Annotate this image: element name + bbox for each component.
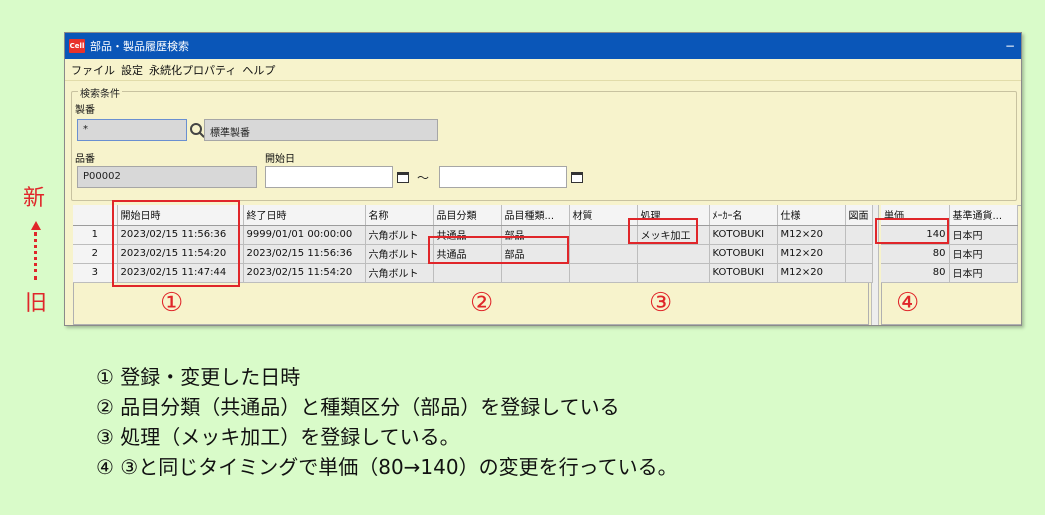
- table-cell[interactable]: 日本円: [949, 244, 1018, 264]
- marker-4: ④: [896, 288, 920, 318]
- group-title: 検索条件: [78, 85, 122, 100]
- column-header[interactable]: 終了日時: [243, 205, 366, 226]
- row-number: 2: [73, 244, 118, 264]
- table-cell[interactable]: 9999/01/01 00:00:00: [243, 225, 366, 245]
- table-cell[interactable]: 80: [881, 244, 950, 264]
- column-header[interactable]: 仕様: [777, 205, 846, 226]
- table-cell[interactable]: 日本円: [949, 263, 1018, 283]
- table-cell[interactable]: M12×20: [777, 225, 846, 245]
- table-cell[interactable]: 日本円: [949, 225, 1018, 245]
- seiban-label: 製番: [75, 105, 95, 116]
- table-cell[interactable]: KOTOBUKI: [709, 225, 778, 245]
- row-number: 3: [73, 263, 118, 283]
- highlight-start-datetime: [112, 200, 240, 287]
- table-cell[interactable]: KOTOBUKI: [709, 263, 778, 283]
- table-cell[interactable]: M12×20: [777, 263, 846, 283]
- range-tilde: ～: [417, 171, 430, 185]
- table-row[interactable]: 80 日本円: [881, 263, 1018, 283]
- marker-3: ③: [649, 288, 673, 318]
- arrow-dotted-line: [34, 232, 37, 280]
- title-bar: Cell 部品・製品履歴検索 −: [65, 33, 1021, 59]
- seiban-name-field: 標準製番: [204, 119, 438, 141]
- column-header[interactable]: 品目分類: [433, 205, 502, 226]
- seiban-input[interactable]: *: [77, 119, 187, 141]
- start-date-to-input[interactable]: [439, 166, 567, 188]
- start-date-label: 開始日: [265, 154, 295, 165]
- table-cell[interactable]: 2023/02/15 11:56:36: [243, 244, 366, 264]
- marker-1: ①: [160, 288, 184, 318]
- menu-file[interactable]: ファイル: [71, 62, 115, 78]
- table-cell[interactable]: 六角ボルト: [365, 263, 434, 283]
- menu-help[interactable]: ヘルプ: [242, 62, 275, 78]
- table-cell[interactable]: 六角ボルト: [365, 244, 434, 264]
- explanation-notes: ① 登録・変更した日時 ② 品目分類（共通品）と種類区分（部品）を登録している …: [96, 362, 678, 482]
- calendar-icon[interactable]: [397, 172, 409, 183]
- column-header[interactable]: 基準通貨...: [949, 205, 1018, 226]
- table-cell[interactable]: [845, 244, 873, 264]
- table-cell[interactable]: [637, 244, 710, 264]
- table-cell[interactable]: [845, 225, 873, 245]
- hinban-input[interactable]: P00002: [77, 166, 257, 188]
- table-cell[interactable]: [433, 263, 502, 283]
- search-icon[interactable]: [190, 123, 202, 135]
- highlight-process: [628, 218, 698, 244]
- table-cell[interactable]: [569, 263, 638, 283]
- table-cell[interactable]: KOTOBUKI: [709, 244, 778, 264]
- column-header[interactable]: 名称: [365, 205, 434, 226]
- window-title: 部品・製品履歴検索: [90, 40, 189, 53]
- menu-bar: ファイル 設定 永続化プロパティ ヘルプ: [65, 59, 1021, 81]
- table-cell[interactable]: 80: [881, 263, 950, 283]
- table-row[interactable]: 80 日本円: [881, 244, 1018, 264]
- highlight-unit-price: [875, 218, 949, 244]
- table-cell[interactable]: 六角ボルト: [365, 225, 434, 245]
- menu-persist-properties[interactable]: 永続化プロパティ: [149, 62, 236, 78]
- table-cell[interactable]: 2023/02/15 11:54:20: [243, 263, 366, 283]
- marker-2: ②: [470, 288, 494, 318]
- column-header[interactable]: ﾒｰｶｰ名: [709, 205, 778, 226]
- app-icon: Cell: [69, 39, 85, 53]
- note-line: ② 品目分類（共通品）と種類区分（部品）を登録している: [96, 395, 620, 419]
- minimize-button[interactable]: −: [1005, 39, 1015, 53]
- highlight-category: [428, 236, 569, 264]
- calendar-icon[interactable]: [571, 172, 583, 183]
- row-number: 1: [73, 225, 118, 245]
- new-label: 新: [23, 186, 46, 211]
- table-cell[interactable]: M12×20: [777, 244, 846, 264]
- hinban-label: 品番: [75, 154, 95, 165]
- note-line: ④ ③と同じタイミングで単価（80→140）の変更を行っている。: [96, 455, 678, 479]
- start-date-from-input[interactable]: [265, 166, 393, 188]
- table-cell[interactable]: [501, 263, 570, 283]
- table-cell[interactable]: [569, 244, 638, 264]
- note-line: ① 登録・変更した日時: [96, 365, 301, 389]
- column-header[interactable]: [73, 205, 118, 226]
- arrow-up-icon: [31, 221, 41, 230]
- old-label: 旧: [25, 291, 48, 316]
- column-header[interactable]: 材質: [569, 205, 638, 226]
- table-cell[interactable]: [845, 263, 873, 283]
- column-header[interactable]: 図面: [845, 205, 873, 226]
- table-cell[interactable]: [637, 263, 710, 283]
- menu-settings[interactable]: 設定: [121, 62, 143, 78]
- note-line: ③ 処理（メッキ加工）を登録している。: [96, 425, 460, 449]
- table-cell[interactable]: [569, 225, 638, 245]
- column-header[interactable]: 品目種類...: [501, 205, 570, 226]
